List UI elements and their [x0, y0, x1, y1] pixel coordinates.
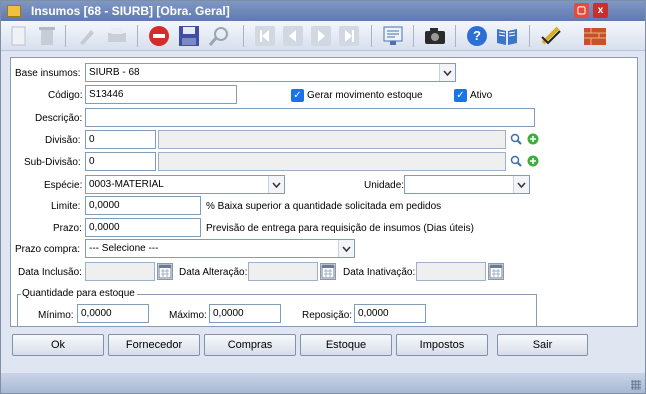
especie-label: Espécie:: [44, 180, 83, 191]
prazo-label: Prazo:: [53, 223, 82, 234]
unidade-label: Unidade:: [364, 180, 405, 191]
maximize-button[interactable]: ▢: [574, 3, 589, 18]
calendar-icon[interactable]: [320, 263, 336, 280]
search-icon[interactable]: [207, 24, 231, 48]
limite-hint: % Baixa superior a quantidade solicitada…: [206, 201, 442, 212]
calendar-icon[interactable]: [157, 263, 173, 280]
window-title: Insumos [68 - SIURB] [Obra. Geral]: [31, 4, 230, 18]
maximo-label: Máximo:: [169, 310, 207, 321]
edit-icon[interactable]: [75, 24, 99, 48]
chevron-down-icon: [338, 240, 354, 257]
print-icon[interactable]: [105, 24, 129, 48]
prazo-hint: Previsão de entrega para requisição de i…: [206, 223, 474, 234]
codigo-label: Código:: [48, 90, 83, 101]
descricao-label: Descrição:: [35, 113, 83, 124]
clipboard-check-icon[interactable]: [539, 24, 563, 48]
fornecedor-button[interactable]: Fornecedor: [108, 334, 200, 356]
chevron-down-icon: [439, 64, 455, 81]
svg-text:?: ?: [473, 28, 481, 43]
base-insumos-select[interactable]: SIURB - 68: [85, 63, 456, 82]
especie-select[interactable]: 0003-MATERIAL: [85, 175, 285, 194]
ok-button[interactable]: Ok: [12, 334, 104, 356]
previous-record-icon[interactable]: [281, 24, 305, 48]
calendar-icon[interactable]: [488, 263, 504, 280]
compras-button[interactable]: Compras: [204, 334, 296, 356]
next-record-icon[interactable]: [309, 24, 333, 48]
search-icon[interactable]: [510, 155, 522, 170]
chevron-down-icon: [268, 176, 284, 193]
data-inativacao-label: Data Inativação:: [343, 267, 416, 278]
add-icon[interactable]: [527, 133, 539, 148]
divisao-input[interactable]: 0: [85, 130, 156, 149]
unidade-select[interactable]: [404, 175, 530, 194]
minimo-input[interactable]: 0,0000: [77, 304, 149, 323]
reposicao-label: Reposição:: [302, 310, 353, 321]
delete-icon[interactable]: [35, 24, 59, 48]
title-bar: Insumos [68 - SIURB] [Obra. Geral] ▢ x: [1, 1, 645, 21]
divisao-description: [158, 130, 506, 149]
sub-divisao-description: [158, 152, 506, 171]
data-inclusao-label: Data Inclusão:: [18, 267, 82, 278]
last-record-icon[interactable]: [337, 24, 361, 48]
limite-label: Limite:: [51, 201, 81, 212]
form-panel: Base insumos: SIURB - 68 Código: S13446 …: [10, 57, 638, 327]
save-icon[interactable]: [177, 24, 201, 48]
app-icon: [7, 5, 21, 17]
window: Insumos [68 - SIURB] [Obra. Geral] ▢ x ?…: [0, 0, 646, 394]
add-icon[interactable]: [527, 155, 539, 170]
stop-icon[interactable]: [147, 24, 171, 48]
maximo-input[interactable]: 0,0000: [209, 304, 281, 323]
data-inclusao-input[interactable]: [85, 262, 155, 281]
prazo-compra-select[interactable]: --- Selecione ---: [85, 239, 355, 258]
prazo-compra-label: Prazo compra:: [15, 244, 81, 255]
quantidade-legend: Quantidade para estoque: [22, 288, 135, 299]
sub-divisao-input[interactable]: 0: [85, 152, 156, 171]
close-button[interactable]: x: [593, 3, 608, 18]
impostos-button[interactable]: Impostos: [396, 334, 488, 356]
estoque-button[interactable]: Estoque: [300, 334, 392, 356]
ativo-label: Ativo: [470, 90, 493, 101]
new-icon[interactable]: [7, 24, 31, 48]
camera-icon[interactable]: [423, 24, 447, 48]
limite-input[interactable]: 0,0000: [85, 196, 201, 215]
chevron-down-icon: [513, 176, 529, 193]
reposicao-input[interactable]: 0,0000: [354, 304, 426, 323]
report-icon[interactable]: [381, 24, 405, 48]
base-insumos-label: Base insumos:: [15, 68, 81, 79]
divisao-label: Divisão:: [45, 135, 81, 146]
sub-divisao-label: Sub-Divisão:: [24, 157, 81, 168]
ativo-checkbox[interactable]: ✓: [454, 89, 467, 102]
book-icon[interactable]: [495, 24, 519, 48]
search-icon[interactable]: [510, 133, 522, 148]
data-alteracao-label: Data Alteração:: [179, 267, 248, 278]
exit-icon[interactable]: [583, 24, 607, 48]
minimo-label: Mínimo:: [38, 310, 74, 321]
sair-button[interactable]: Sair: [497, 334, 588, 356]
help-icon[interactable]: ?: [465, 24, 489, 48]
gerar-movimento-label: Gerar movimento estoque: [307, 90, 423, 101]
resize-grip-icon[interactable]: [631, 380, 641, 390]
data-alteracao-input[interactable]: [248, 262, 318, 281]
data-inativacao-input[interactable]: [416, 262, 486, 281]
prazo-input[interactable]: 0,0000: [85, 218, 201, 237]
toolbar: ?: [1, 21, 645, 51]
status-bar: [1, 373, 645, 393]
descricao-input[interactable]: [85, 108, 535, 127]
codigo-input[interactable]: S13446: [85, 85, 237, 104]
gerar-movimento-checkbox[interactable]: ✓: [291, 89, 304, 102]
first-record-icon[interactable]: [253, 24, 277, 48]
